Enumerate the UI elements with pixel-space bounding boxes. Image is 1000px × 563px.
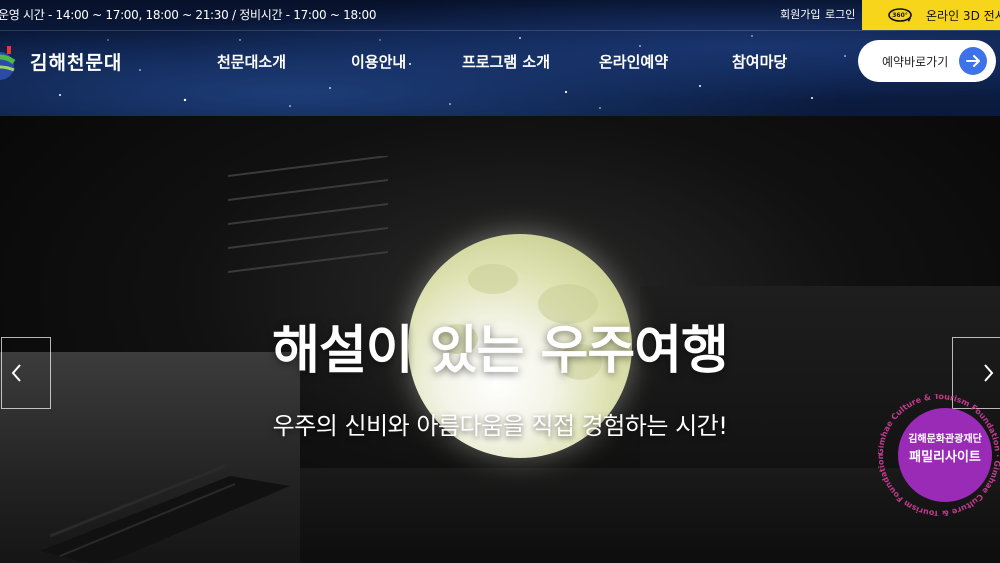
site-header: 운영 시간 - 14:00 ~ 17:00, 18:00 ~ 21:30 / 정…: [0, 0, 1000, 116]
login-link[interactable]: 로그인: [825, 6, 855, 22]
nav-item-community[interactable]: 참여마당: [732, 51, 787, 72]
hero-subline: 우주의 신비와 아름다움을 직접 경험하는 시간!: [272, 412, 728, 440]
observatory-logo-icon[interactable]: [0, 40, 16, 82]
bench-silhouette: [40, 464, 290, 563]
hero-slider: 해설이 있는 우주여행 우주의 신비와 아름다움을 직접 경험하는 시간! Gi…: [0, 116, 1000, 563]
arrow-right-icon: [959, 47, 987, 75]
reserve-button[interactable]: 예약바로가기: [858, 40, 996, 82]
family-site-org: 김해문화관광재단: [908, 434, 982, 445]
background-stair-rail: [228, 156, 388, 273]
brand-name[interactable]: 김해천문대: [30, 48, 122, 75]
slide-prev-button[interactable]: [1, 337, 51, 409]
family-site-button[interactable]: Gimhae Culture & Tourism Foundation · Gi…: [878, 394, 1000, 516]
360-view-icon: 360°: [888, 8, 912, 22]
online-3d-tour-button[interactable]: 360° 온라인 3D 전시실: [862, 0, 1000, 30]
family-site-label: 패밀리사이트: [909, 450, 981, 465]
nav-item-programs[interactable]: 프로그램 소개: [462, 51, 550, 72]
utility-bar: 운영 시간 - 14:00 ~ 17:00, 18:00 ~ 21:30 / 정…: [0, 0, 1000, 31]
nav-item-about[interactable]: 천문대소개: [217, 51, 286, 72]
nav-item-online-reservation[interactable]: 온라인예약: [599, 51, 668, 72]
nav-item-guide[interactable]: 이용안내: [351, 51, 406, 72]
signup-link[interactable]: 회원가입: [780, 6, 820, 22]
reserve-button-label: 예약바로가기: [882, 55, 949, 69]
360-badge: 360°: [892, 12, 908, 19]
chevron-left-icon: [11, 364, 21, 382]
online-3d-tour-label: 온라인 3D 전시실: [926, 9, 1000, 23]
hero-headline: 해설이 있는 우주여행: [272, 321, 729, 381]
operating-hours: 운영 시간 - 14:00 ~ 17:00, 18:00 ~ 21:30 / 정…: [0, 8, 377, 22]
